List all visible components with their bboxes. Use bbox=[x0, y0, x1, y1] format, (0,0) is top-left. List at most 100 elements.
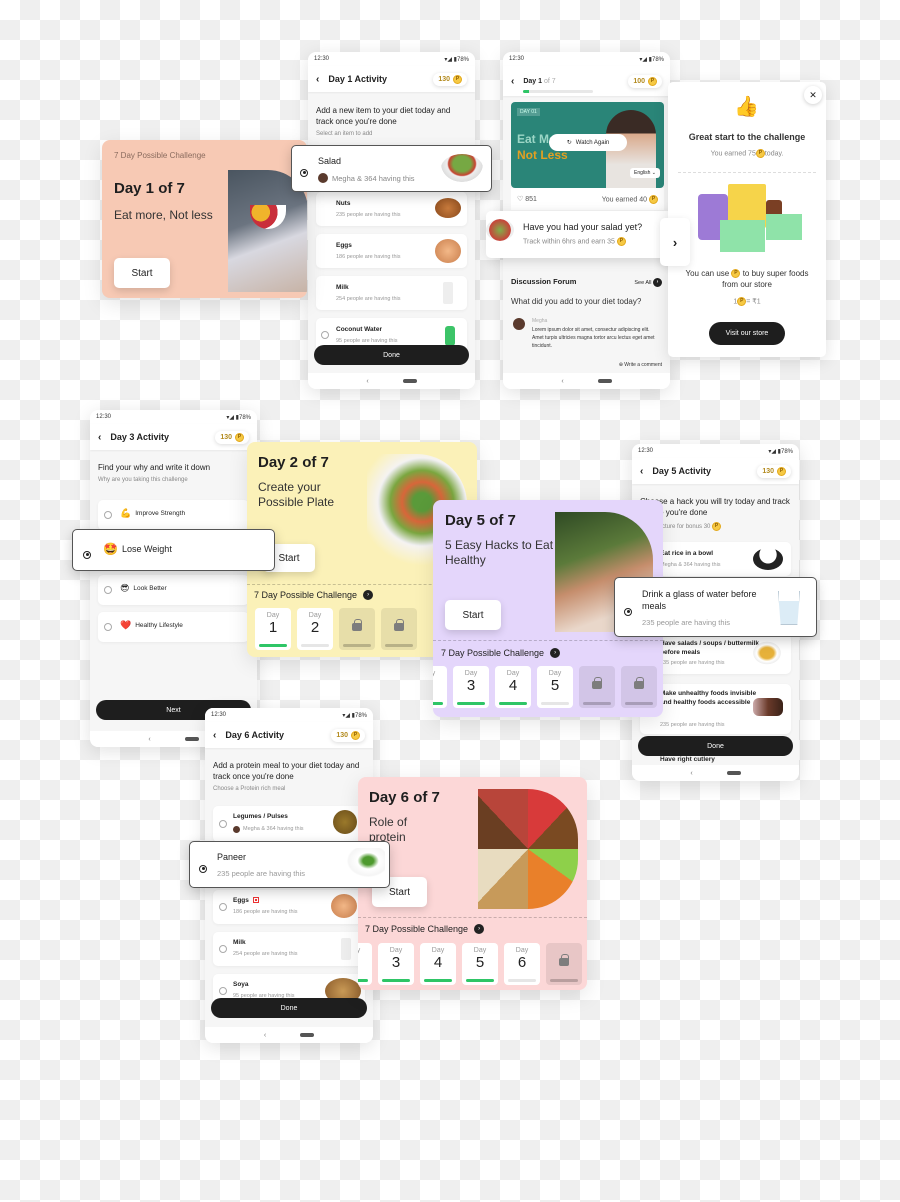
day-tile-label: Day bbox=[266, 612, 280, 619]
radio-button[interactable] bbox=[219, 945, 227, 953]
day-tile-number: 2 bbox=[310, 619, 320, 636]
next-slide-button[interactable]: › bbox=[660, 218, 690, 266]
start-button[interactable]: Start bbox=[445, 600, 501, 630]
nav-back-icon[interactable]: ‹ bbox=[264, 1032, 266, 1039]
day-tile[interactable]: Day 4 bbox=[495, 666, 531, 708]
coin-balance[interactable]: 100 P bbox=[628, 74, 662, 88]
option-improve-strength[interactable]: 💪 Improve Strength bbox=[98, 500, 249, 530]
video-day-tag: DAY 01 bbox=[517, 108, 540, 116]
progress-fill bbox=[523, 89, 529, 93]
day-tile-number: 6 bbox=[517, 954, 527, 971]
challenge-link[interactable]: 7 Day Possible Challenge › bbox=[441, 648, 561, 658]
list-item[interactable]: Nuts 235 people are having this bbox=[316, 192, 467, 226]
nav-home-icon[interactable] bbox=[184, 737, 199, 741]
day-tile[interactable]: Day 5 bbox=[462, 943, 498, 985]
coin-balance[interactable]: 130 P bbox=[331, 728, 365, 742]
option-healthy-lifestyle[interactable]: ❤️ Healthy Lifestyle bbox=[98, 612, 249, 642]
back-icon[interactable]: ‹ bbox=[511, 76, 514, 87]
selected-item-salad[interactable]: Salad Megha & 364 having this bbox=[291, 145, 492, 192]
list-item[interactable]: Eggs 186 people are having this bbox=[213, 890, 365, 924]
visit-store-button[interactable]: Visit our store bbox=[709, 322, 785, 345]
done-button[interactable]: Done bbox=[211, 998, 367, 1018]
radio-button[interactable] bbox=[321, 331, 329, 339]
start-button[interactable]: Start bbox=[114, 258, 170, 288]
instruction: Find your why and write it down bbox=[98, 463, 211, 472]
list-item[interactable]: Legumes / Pulses Megha & 364 having this bbox=[213, 806, 365, 842]
chevron-right-icon: › bbox=[363, 590, 374, 600]
soup-image bbox=[751, 640, 783, 666]
back-icon[interactable]: ‹ bbox=[316, 74, 319, 85]
chevron-right-icon: › bbox=[474, 924, 485, 934]
day-tile-number: 4 bbox=[508, 677, 518, 694]
selected-option-lose-weight[interactable]: 🤩 Lose Weight bbox=[72, 529, 275, 571]
done-button[interactable]: Done bbox=[638, 736, 793, 756]
coin-balance[interactable]: 130 P bbox=[433, 72, 467, 86]
done-button[interactable]: Done bbox=[314, 345, 469, 365]
selected-item-paneer[interactable]: Paneer 235 people are having this bbox=[189, 841, 390, 888]
radio-button[interactable] bbox=[219, 903, 227, 911]
nav-back-icon[interactable]: ‹ bbox=[690, 770, 692, 777]
option-look-better[interactable]: 😎 Look Better bbox=[98, 575, 249, 605]
nav-home-icon[interactable] bbox=[402, 379, 417, 383]
challenge-link[interactable]: 7 Day Possible Challenge › bbox=[365, 924, 485, 934]
radio-button[interactable] bbox=[624, 607, 632, 616]
write-comment-button[interactable]: ⊕ Write a comment bbox=[619, 362, 662, 368]
nav-back-icon[interactable]: ‹ bbox=[561, 378, 563, 385]
list-item[interactable]: Milk 254 people are having this bbox=[213, 932, 365, 966]
radio-button[interactable] bbox=[300, 168, 308, 177]
back-icon[interactable]: ‹ bbox=[213, 730, 216, 741]
back-icon[interactable]: ‹ bbox=[640, 466, 643, 477]
radio-button[interactable] bbox=[83, 550, 91, 559]
challenge-card-day6: Day 6 of 7 Role of protein Start 7 Day P… bbox=[358, 777, 587, 990]
day-tile-number: 5 bbox=[475, 954, 485, 971]
nav-home-icon[interactable] bbox=[300, 1033, 315, 1037]
day-title: Day 2 of 7 bbox=[258, 454, 329, 471]
divider bbox=[358, 917, 587, 918]
watch-again-button[interactable]: ↻ Watch Again bbox=[549, 134, 627, 151]
coin-balance[interactable]: 130 P bbox=[215, 430, 249, 444]
app-bar: ‹ Day 6 Activity 130 P bbox=[205, 722, 373, 748]
selected-item-water[interactable]: Drink a glass of water before meals 235 … bbox=[614, 577, 817, 637]
signal-battery-icon: ▾◢ ▮78% bbox=[444, 56, 469, 63]
day-tile[interactable]: Day 3 bbox=[378, 943, 414, 985]
radio-button[interactable] bbox=[219, 987, 227, 995]
nav-back-icon[interactable]: ‹ bbox=[366, 378, 368, 385]
salad-prompt-card[interactable]: Have you had your salad yet? Track withi… bbox=[486, 211, 688, 258]
day-tile[interactable]: Day 5 bbox=[537, 666, 573, 708]
divider bbox=[433, 640, 663, 641]
see-all-link[interactable]: See All › bbox=[634, 278, 662, 287]
radio-button[interactable] bbox=[199, 864, 207, 873]
coconut-water-image bbox=[445, 326, 455, 346]
day-tile[interactable]: Day2 bbox=[297, 608, 333, 650]
milk-image bbox=[443, 282, 453, 304]
signal-battery-icon: ▾◢ ▮78% bbox=[226, 414, 251, 421]
day-tile[interactable]: Day 1 bbox=[255, 608, 291, 650]
day-tile[interactable]: Day2 bbox=[433, 666, 447, 708]
day-tile[interactable]: Day 6 bbox=[504, 943, 540, 985]
day-tile[interactable]: Day 4 bbox=[420, 943, 456, 985]
video-player[interactable]: DAY 01 Eat More Not Less ↻ Watch Again En… bbox=[511, 102, 664, 188]
close-icon[interactable]: ✕ bbox=[804, 86, 822, 104]
day-title: Day 5 of 7 bbox=[445, 512, 516, 529]
list-item[interactable]: Eggs 186 people are having this bbox=[316, 234, 467, 268]
nav-home-icon[interactable] bbox=[597, 379, 612, 383]
eggs-image bbox=[331, 894, 357, 918]
phone-day3-activity: 12:30 ▾◢ ▮78% ‹ Day 3 Activity 130 P Find … bbox=[90, 410, 257, 747]
day-tile[interactable]: Day 3 bbox=[453, 666, 489, 708]
list-item[interactable]: Milk 254 people are having this bbox=[316, 276, 467, 310]
coin-balance[interactable]: 130 P bbox=[757, 464, 791, 478]
radio-button[interactable] bbox=[219, 820, 227, 828]
nav-home-icon[interactable] bbox=[726, 771, 741, 775]
day-tile[interactable]: Day2 bbox=[358, 943, 372, 985]
day-title: Day 1 bbox=[523, 77, 543, 85]
challenge-link[interactable]: 7 Day Possible Challenge › bbox=[254, 590, 374, 600]
like-button[interactable]: ♡ 851 bbox=[517, 195, 537, 203]
nav-bar: ‹ bbox=[632, 765, 799, 781]
language-dropdown[interactable]: English ⌄ bbox=[630, 168, 660, 178]
coin-icon: P bbox=[648, 76, 657, 86]
back-icon[interactable]: ‹ bbox=[98, 432, 101, 443]
sunglasses-face-icon: 😎 bbox=[120, 583, 130, 593]
nav-back-icon[interactable]: ‹ bbox=[148, 736, 150, 743]
paneer-image bbox=[343, 848, 385, 880]
milk-image bbox=[341, 938, 351, 960]
